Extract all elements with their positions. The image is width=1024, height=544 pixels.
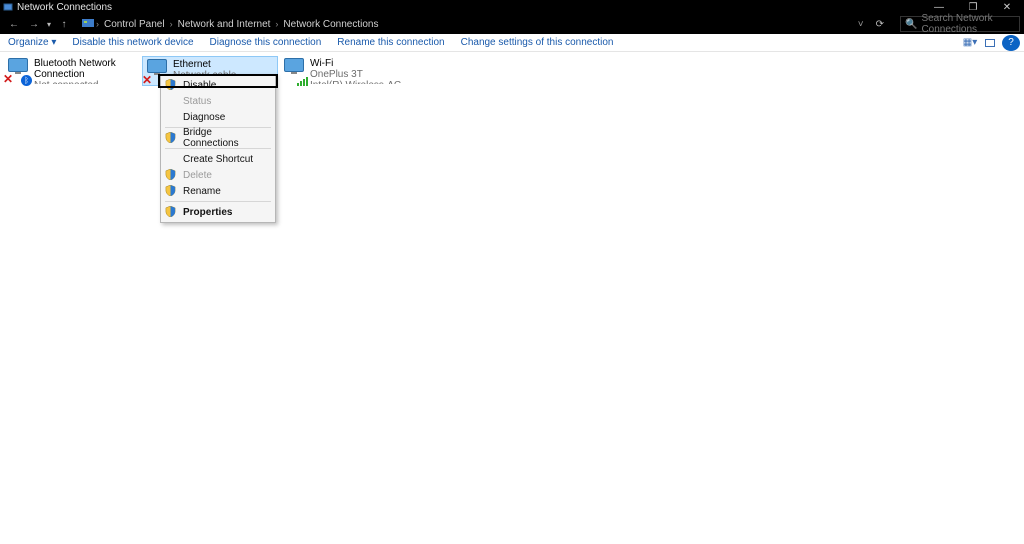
- context-item-label: Delete: [183, 170, 212, 181]
- context-item-label: Disable: [183, 80, 216, 91]
- crumb-network-internet[interactable]: Network and Internet: [175, 19, 274, 30]
- context-item-bridge-connections[interactable]: Bridge Connections: [161, 130, 275, 146]
- context-item-label: Bridge Connections: [183, 127, 269, 149]
- up-button[interactable]: ↑: [54, 16, 74, 32]
- breadcrumb[interactable]: › Control Panel › Network and Internet ›…: [78, 15, 894, 33]
- forward-button[interactable]: →: [24, 16, 44, 32]
- content-area: ✕ ᛒ Bluetooth Network Connection Not con…: [0, 52, 1024, 544]
- adapter-name: Wi-Fi: [310, 58, 414, 69]
- context-menu: Disable Status Diagnose Bridge Connections C…: [160, 74, 276, 223]
- wifi-signal-icon: [297, 77, 308, 86]
- address-dropdown-button[interactable]: ˅: [852, 19, 870, 30]
- adapter-icon: ✕ ᛒ: [6, 58, 30, 84]
- window-title: Network Connections: [17, 2, 922, 13]
- adapter-bluetooth[interactable]: ✕ ᛒ Bluetooth Network Connection Not con…: [4, 56, 140, 86]
- adapter-status: Not connected: [34, 80, 138, 84]
- cmd-change-settings[interactable]: Change settings of this connection: [453, 34, 622, 51]
- recent-locations-button[interactable]: ▾: [44, 16, 54, 32]
- view-options-button[interactable]: ▦▾: [960, 35, 980, 51]
- uac-shield-icon: [165, 79, 177, 91]
- search-placeholder: Search Network Connections: [921, 13, 1015, 35]
- close-button[interactable]: ✕: [990, 2, 1024, 13]
- context-item-status: Status: [161, 93, 275, 109]
- search-input[interactable]: 🔍 Search Network Connections: [900, 16, 1020, 32]
- chevron-right-icon: ›: [273, 19, 280, 29]
- maximize-button[interactable]: ❐: [956, 2, 990, 13]
- context-separator: [165, 201, 271, 202]
- uac-shield-icon: [165, 169, 177, 181]
- preview-pane-button[interactable]: [980, 35, 1000, 51]
- context-item-create-shortcut[interactable]: Create Shortcut: [161, 151, 275, 167]
- cmd-diagnose[interactable]: Diagnose this connection: [202, 34, 330, 51]
- search-icon: 🔍: [905, 19, 917, 30]
- uac-shield-icon: [165, 185, 177, 197]
- title-bar: Network Connections — ❐ ✕: [0, 0, 1024, 14]
- organize-button[interactable]: Organize ▾: [0, 34, 64, 51]
- adapter-icon: [282, 58, 306, 84]
- back-button[interactable]: ←: [4, 16, 24, 32]
- disconnected-icon: ✕: [3, 72, 13, 86]
- context-item-label: Create Shortcut: [183, 154, 253, 165]
- chevron-right-icon: ›: [168, 19, 175, 29]
- context-item-rename[interactable]: Rename: [161, 183, 275, 199]
- context-item-diagnose[interactable]: Diagnose: [161, 109, 275, 125]
- adapter-status: OnePlus 3T: [310, 69, 414, 80]
- context-item-label: Properties: [183, 207, 232, 218]
- adapter-name: Ethernet: [173, 59, 275, 70]
- context-item-label: Diagnose: [183, 112, 225, 123]
- command-bar: Organize ▾ Disable this network device D…: [0, 34, 1024, 52]
- chevron-right-icon: ›: [94, 19, 101, 29]
- uac-shield-icon: [165, 206, 177, 218]
- crumb-control-panel[interactable]: Control Panel: [101, 19, 168, 30]
- address-bar: ← → ▾ ↑ › Control Panel › Network and In…: [0, 14, 1024, 34]
- crumb-network-connections[interactable]: Network Connections: [280, 19, 381, 30]
- context-item-delete: Delete: [161, 167, 275, 183]
- minimize-button[interactable]: —: [922, 2, 956, 13]
- help-button[interactable]: ?: [1002, 35, 1020, 51]
- cmd-disable-device[interactable]: Disable this network device: [64, 34, 201, 51]
- cmd-rename[interactable]: Rename this connection: [329, 34, 452, 51]
- uac-shield-icon: [165, 132, 177, 144]
- adapter-name: Bluetooth Network Connection: [34, 58, 138, 80]
- app-icon: [2, 1, 14, 13]
- disconnected-icon: ✕: [142, 73, 152, 87]
- context-item-label: Status: [183, 96, 211, 107]
- context-item-disable[interactable]: Disable: [161, 77, 275, 93]
- adapter-wifi[interactable]: Wi-Fi OnePlus 3T Intel(R) Wireless-AC 94…: [280, 56, 416, 86]
- refresh-button[interactable]: ⟳: [870, 19, 890, 30]
- context-item-label: Rename: [183, 186, 221, 197]
- context-item-properties[interactable]: Properties: [161, 204, 275, 220]
- adapter-device: Intel(R) Wireless-AC 9462: [310, 80, 414, 84]
- control-panel-icon: [82, 18, 94, 31]
- bluetooth-icon: ᛒ: [21, 75, 32, 86]
